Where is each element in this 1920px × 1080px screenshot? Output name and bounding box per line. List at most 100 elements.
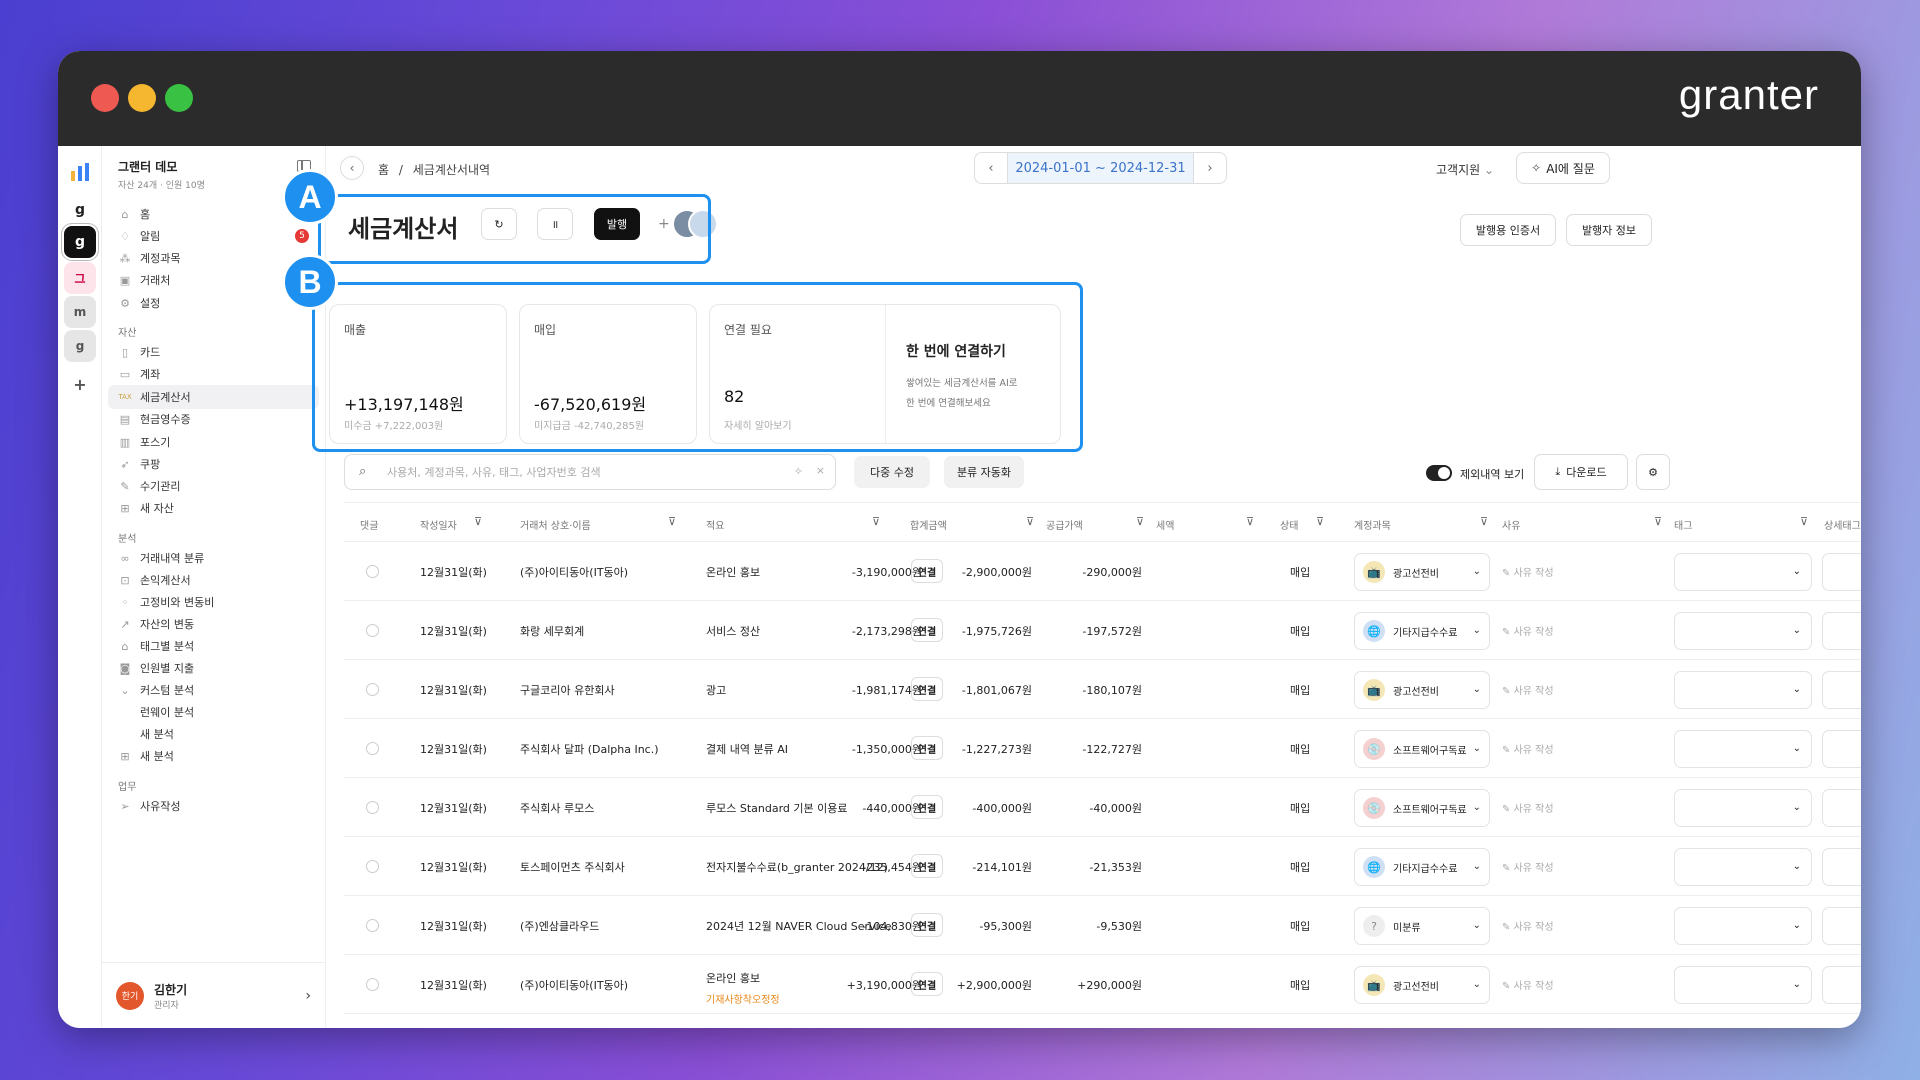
breadcrumb-home[interactable]: 홈	[378, 163, 389, 177]
exclude-toggle[interactable]	[1426, 465, 1452, 481]
table-row[interactable]: 12월31일(화) 구글코리아 유한회사 광고 연결 -1,981,174원 -…	[344, 660, 1861, 719]
sidebar-item-new-analysis-sub[interactable]: 새 분석	[108, 722, 319, 746]
tag-select[interactable]: ⌄	[1674, 907, 1812, 945]
row-comment-icon[interactable]	[366, 624, 379, 637]
row-comment-icon[interactable]	[366, 742, 379, 755]
purchase-card[interactable]: 매입 -67,520,619원 미지급금 -42,740,285원	[519, 304, 697, 444]
cert-button[interactable]: 발행용 인증서	[1460, 214, 1556, 246]
maximize-window-button[interactable]	[165, 84, 193, 112]
filter-icon[interactable]: ⊽	[1654, 515, 1662, 528]
table-row[interactable]: 12월31일(화) 화랑 세무회계 서비스 정산 연결 -2,173,298원 …	[344, 601, 1861, 660]
col-tax[interactable]: 세액	[1156, 517, 1174, 532]
col-total[interactable]: 합계금액	[910, 517, 947, 532]
account-select[interactable]: 📺 광고선전비 ⌄	[1354, 671, 1490, 709]
clear-icon[interactable]: ×	[816, 464, 825, 477]
tag-select[interactable]: ⌄	[1674, 789, 1812, 827]
auto-classify-button[interactable]: 분류 자동화	[944, 456, 1024, 488]
reason-input[interactable]: ✎ 사유 작성	[1502, 800, 1554, 815]
chart-logo-icon[interactable]	[64, 156, 96, 188]
account-select[interactable]: 📺 광고선전비 ⌄	[1354, 553, 1490, 591]
account-select[interactable]: 📺 광고선전비 ⌄	[1354, 966, 1490, 1004]
col-status[interactable]: 상태	[1280, 517, 1298, 532]
detail-tag-select[interactable]	[1822, 907, 1861, 945]
support-menu[interactable]: 고객지원 ⌄	[1436, 161, 1494, 178]
detail-tag-select[interactable]	[1822, 553, 1861, 591]
workspace-g3[interactable]: g	[64, 330, 96, 362]
ai-sparkle-icon[interactable]: ✧	[794, 465, 803, 478]
sidebar-item-fixed-variable[interactable]: ◦ 고정비와 변동비	[108, 590, 319, 614]
link-sub[interactable]: 자세히 알아보기	[724, 417, 792, 432]
sidebar-item-people[interactable]: ◙ 인원별 지출	[108, 656, 319, 680]
sidebar-item-runway[interactable]: 런웨이 분석	[108, 700, 319, 724]
settings-button[interactable]: ⚙	[1636, 454, 1670, 490]
close-window-button[interactable]	[91, 84, 119, 112]
reason-input[interactable]: ✎ 사유 작성	[1502, 918, 1554, 933]
workspace-g2-active[interactable]: g	[64, 226, 96, 258]
sidebar-item-asset-change[interactable]: ↗ 자산의 변동	[108, 612, 319, 636]
reason-input[interactable]: ✎ 사유 작성	[1502, 741, 1554, 756]
issuer-info-button[interactable]: 발행자 정보	[1566, 214, 1652, 246]
col-reason[interactable]: 사유	[1502, 517, 1520, 532]
sidebar-item-coupang[interactable]: ➶ 쿠팡	[108, 452, 319, 476]
next-period-icon[interactable]: ›	[1194, 161, 1226, 176]
row-comment-icon[interactable]	[366, 801, 379, 814]
sidebar-item-reason[interactable]: ➢ 사유작성	[108, 794, 319, 818]
tag-select[interactable]: ⌄	[1674, 966, 1812, 1004]
filter-icon[interactable]: ⊽	[1136, 515, 1144, 528]
download-button[interactable]: ⤓ 다운로드	[1534, 454, 1628, 490]
table-row[interactable]: 12월31일(화) (주)아이티동아(IT동아) 온라인 홍보 기재사항착오정정…	[344, 955, 1861, 1014]
filter-icon[interactable]: ⊽	[474, 515, 482, 528]
detail-tag-select[interactable]	[1822, 612, 1861, 650]
sidebar-item-custom[interactable]: ⌄ 커스텀 분석	[108, 678, 319, 702]
sidebar-item-classify[interactable]: ∞ 거래내역 분류	[108, 546, 319, 570]
reason-input[interactable]: ✎ 사유 작성	[1502, 682, 1554, 697]
account-select[interactable]: 💿 소프트웨어구독료 ⌄	[1354, 789, 1490, 827]
sidebar-item-pos[interactable]: ▥ 포스기	[108, 430, 319, 454]
filter-icon[interactable]: ⊽	[1246, 515, 1254, 528]
sidebar-item-tax-invoice[interactable]: TAX 세금계산서	[108, 385, 319, 409]
tag-select[interactable]: ⌄	[1674, 730, 1812, 768]
filter-icon[interactable]: ⊽	[872, 515, 880, 528]
workspace-m[interactable]: m	[64, 296, 96, 328]
table-row[interactable]: 12월31일(화) (주)엔삼클라우드 2024년 12월 NAVER Clou…	[344, 896, 1861, 955]
filter-icon[interactable]: ⊽	[1800, 515, 1808, 528]
table-row[interactable]: 12월31일(화) 주식회사 달파 (Dalpha Inc.) 결제 내역 분류…	[344, 719, 1861, 778]
detail-tag-select[interactable]	[1822, 730, 1861, 768]
workspace-g1[interactable]: g	[64, 194, 96, 226]
org-info[interactable]: 그랜터 데모 자산 24개 · 인원 10명	[118, 158, 205, 191]
ai-question-button[interactable]: ✧ AI에 질문	[1516, 152, 1610, 184]
col-date[interactable]: 작성일자	[420, 517, 457, 532]
filter-icon[interactable]: ⊽	[1316, 515, 1324, 528]
detail-tag-select[interactable]	[1822, 966, 1861, 1004]
date-range-value[interactable]: 2024-01-01 ~ 2024-12-31	[1007, 153, 1194, 183]
sidebar-item-tag-analysis[interactable]: ⌂ 태그별 분석	[108, 634, 319, 658]
account-select[interactable]: 💿 소프트웨어구독료 ⌄	[1354, 730, 1490, 768]
date-range-picker[interactable]: ‹ 2024-01-01 ~ 2024-12-31 ›	[974, 152, 1227, 184]
col-account[interactable]: 계정과목	[1354, 517, 1391, 532]
search-input[interactable]: ⌕ 사용처, 계정과목, 사유, 태그, 사업자번호 검색 ✧ ×	[344, 454, 836, 490]
tag-select[interactable]: ⌄	[1674, 612, 1812, 650]
sidebar-item-account[interactable]: ▭ 계좌	[108, 362, 319, 386]
promo-title[interactable]: 한 번에 연결하기	[906, 341, 1006, 361]
minimize-window-button[interactable]	[128, 84, 156, 112]
table-row[interactable]: 12월31일(화) (주)아이티동아(IT동아) 온라인 홍보 연결 -3,19…	[344, 542, 1861, 601]
detail-tag-select[interactable]	[1822, 848, 1861, 886]
sidebar-item-pl[interactable]: ⊡ 손익계산서	[108, 568, 319, 592]
row-comment-icon[interactable]	[366, 565, 379, 578]
sidebar-item-alerts[interactable]: ♢ 알림 5	[108, 224, 319, 248]
row-comment-icon[interactable]	[366, 978, 379, 991]
col-supply[interactable]: 공급가액	[1046, 517, 1083, 532]
multi-edit-button[interactable]: 다중 수정	[854, 456, 930, 488]
sidebar-item-cash-receipt[interactable]: ▤ 현금영수증	[108, 407, 319, 431]
link-card[interactable]: 연결 필요 82 자세히 알아보기 한 번에 연결하기 쌓여있는 세금계산서를 …	[709, 304, 1061, 444]
col-tag[interactable]: 태그	[1674, 517, 1692, 532]
row-comment-icon[interactable]	[366, 860, 379, 873]
reason-input[interactable]: ✎ 사유 작성	[1502, 623, 1554, 638]
workspace-geu[interactable]: 그	[64, 262, 96, 294]
account-select[interactable]: 🌐 기타지급수수료 ⌄	[1354, 848, 1490, 886]
user-profile[interactable]: 한기 김한기 관리자 ›	[102, 962, 325, 1028]
back-button[interactable]: ‹	[340, 156, 364, 180]
sidebar-item-new-asset[interactable]: ⊞ 새 자산	[108, 496, 319, 520]
table-row[interactable]: 12월31일(화) 토스페이먼츠 주식회사 전자지불수수료(b_granter …	[344, 837, 1861, 896]
row-comment-icon[interactable]	[366, 919, 379, 932]
